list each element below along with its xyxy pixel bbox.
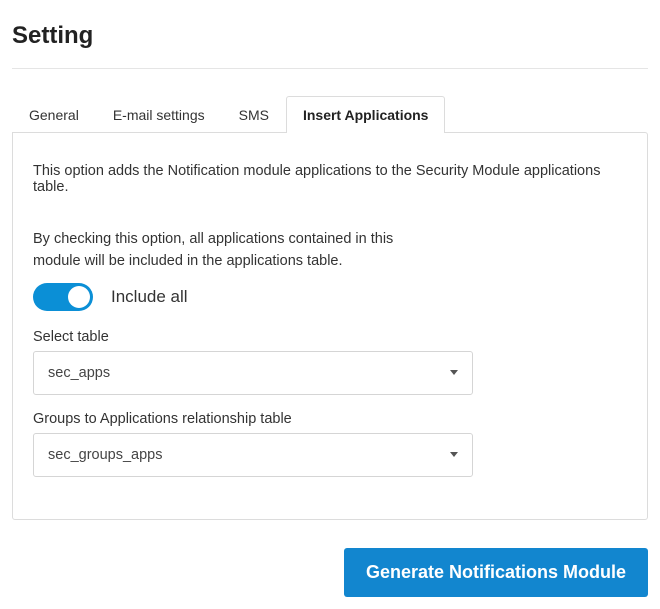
groups-table-dropdown[interactable]: sec_groups_apps: [33, 433, 473, 477]
title-divider: [12, 68, 648, 69]
select-table-label: Select table: [33, 329, 627, 345]
tab-email-settings[interactable]: E-mail settings: [96, 96, 222, 133]
tab-sms[interactable]: SMS: [222, 96, 286, 133]
chevron-down-icon: [450, 452, 458, 457]
select-table-dropdown[interactable]: sec_apps: [33, 351, 473, 395]
include-all-label: Include all: [111, 287, 188, 307]
subtext: By checking this option, all application…: [33, 229, 433, 273]
select-table-value: sec_apps: [48, 365, 110, 381]
footer: Generate Notifications Module: [12, 548, 648, 597]
intro-text: This option adds the Notification module…: [33, 163, 627, 195]
include-all-toggle[interactable]: [33, 283, 93, 311]
tab-panel: This option adds the Notification module…: [12, 132, 648, 520]
groups-table-value: sec_groups_apps: [48, 447, 162, 463]
tabs: General E-mail settings SMS Insert Appli…: [12, 95, 648, 132]
chevron-down-icon: [450, 370, 458, 375]
generate-button[interactable]: Generate Notifications Module: [344, 548, 648, 597]
include-all-row: Include all: [33, 283, 627, 311]
toggle-knob: [68, 286, 90, 308]
page-title: Setting: [12, 22, 648, 50]
tab-general[interactable]: General: [12, 96, 96, 133]
tab-insert-applications[interactable]: Insert Applications: [286, 96, 446, 133]
groups-table-label: Groups to Applications relationship tabl…: [33, 411, 627, 427]
